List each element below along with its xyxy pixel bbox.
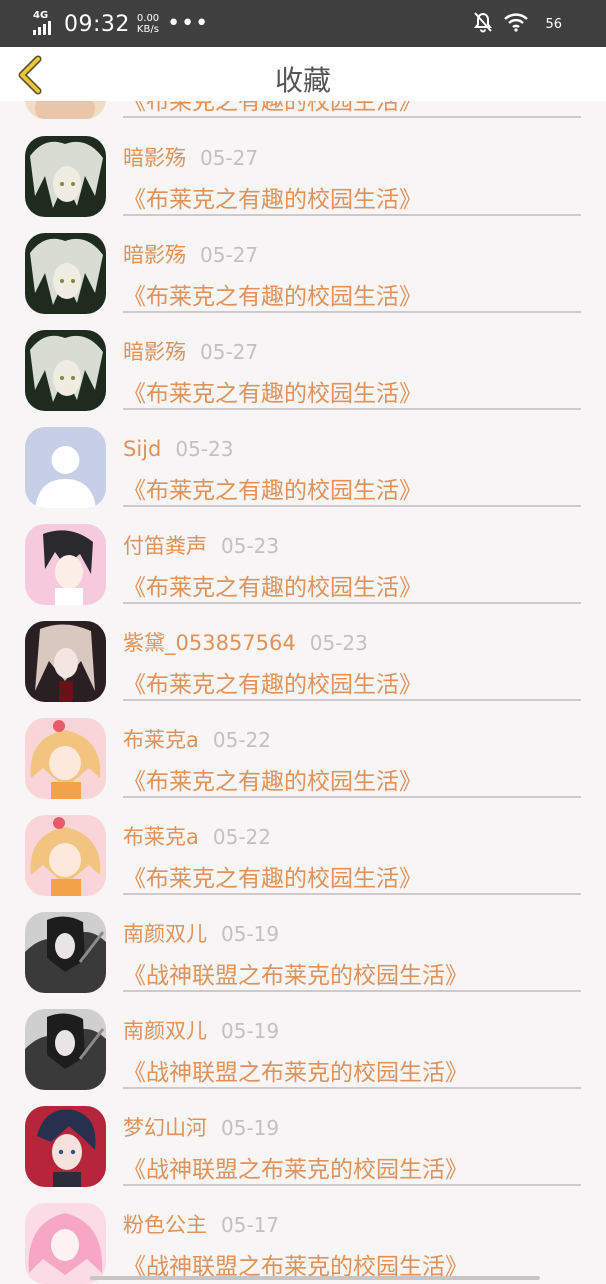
- avatar: [25, 718, 106, 799]
- book-title[interactable]: 《布莱克之有趣的校园生活》: [123, 574, 422, 602]
- item-meta: 暗影殇 05-27: [123, 242, 258, 268]
- avatar: [25, 1203, 106, 1284]
- divider: [123, 116, 581, 118]
- item-meta: 布莱克a 05-22: [123, 727, 271, 753]
- post-date: 05-23: [175, 437, 234, 461]
- item-meta: 暗影殇 05-27: [123, 339, 258, 365]
- list-item[interactable]: 暗影殇 05-27 《布莱克之有趣的校园生活》: [0, 119, 606, 217]
- avatar: [25, 330, 106, 411]
- book-title[interactable]: 《战神联盟之布莱克的校园生活》: [123, 962, 468, 990]
- user-name: 布莱克a: [123, 825, 199, 849]
- item-meta: 紫黛_053857564 05-23: [123, 630, 368, 656]
- network-speed: 0.00 KB/s: [136, 13, 160, 35]
- item-meta: 南颜双儿 05-19: [123, 1018, 279, 1044]
- user-name: 暗影殇: [123, 340, 186, 364]
- post-date: 05-17: [221, 1213, 280, 1237]
- user-name: 粉色公主: [123, 1213, 207, 1237]
- list-item[interactable]: 南颜双儿 05-19 《战神联盟之布莱克的校园生活》: [0, 992, 606, 1090]
- page-title: 收藏: [274, 64, 331, 97]
- book-title[interactable]: 《布莱克之有趣的校园生活》: [123, 865, 422, 893]
- list-item[interactable]: 付笛粪声 05-23 《布莱克之有趣的校园生活》: [0, 507, 606, 605]
- list-item[interactable]: 梦幻山河 05-19 《战神联盟之布莱克的校园生活》: [0, 1089, 606, 1187]
- book-title[interactable]: 《战神联盟之布莱克的校园生活》: [123, 1156, 468, 1184]
- item-meta: 粉色公主 05-17: [123, 1212, 279, 1238]
- list-item[interactable]: Sijd 05-23 《布莱克之有趣的校园生活》: [0, 410, 606, 508]
- item-meta: 南颜双儿 05-19: [123, 921, 279, 947]
- book-title[interactable]: 《布莱克之有趣的校园生活》: [123, 477, 422, 505]
- list-item[interactable]: 布莱克a 05-22 《布莱克之有趣的校园生活》: [0, 798, 606, 896]
- item-meta: Sijd 05-23: [123, 436, 233, 462]
- battery-indicator: 56: [545, 16, 562, 32]
- user-name: 南颜双儿: [123, 1019, 207, 1043]
- post-date: 05-22: [212, 728, 271, 752]
- avatar: [25, 136, 106, 217]
- signal-icon: 4G: [32, 9, 58, 39]
- book-title[interactable]: 《布莱克之有趣的校园生活》: [123, 768, 422, 796]
- list-item[interactable]: 暗影殇 05-27 《布莱克之有趣的校园生活》: [0, 216, 606, 314]
- clock: 09:32: [64, 11, 130, 37]
- user-name: 紫黛_053857564: [123, 631, 296, 655]
- user-name: 布莱克a: [123, 728, 199, 752]
- post-date: 05-19: [221, 922, 280, 946]
- item-meta: 暗影殇 05-27: [123, 145, 258, 171]
- book-title[interactable]: 《布莱克之有趣的校园生活》: [123, 671, 422, 699]
- post-date: 05-23: [309, 631, 368, 655]
- list-item[interactable]: 暗影殇 05-27 《布莱克之有趣的校园生活》: [0, 313, 606, 411]
- list-item[interactable]: 南颜双儿 05-19 《战神联盟之布莱克的校园生活》: [0, 895, 606, 993]
- list-item[interactable]: 紫黛_053857564 05-23 《布莱克之有趣的校园生活》: [0, 604, 606, 702]
- book-title[interactable]: 《战神联盟之布莱克的校园生活》: [123, 1059, 468, 1087]
- nav-bar: 收藏: [0, 47, 606, 101]
- more-notifications: •••: [167, 11, 210, 36]
- item-meta: 梦幻山河 05-19: [123, 1115, 279, 1141]
- wifi-icon: [503, 12, 529, 36]
- post-date: 05-27: [200, 243, 259, 267]
- status-bar: 4G 09:32 0.00 KB/s ••• 56: [0, 0, 606, 47]
- user-name: 暗影殇: [123, 146, 186, 170]
- network-type: 4G: [33, 10, 49, 21]
- item-meta: 布莱克a 05-22: [123, 824, 271, 850]
- post-date: 05-19: [221, 1019, 280, 1043]
- list-item[interactable]: 粉色公主 05-17 《战神联盟之布莱克的校园生活》: [0, 1186, 606, 1284]
- user-name: 梦幻山河: [123, 1116, 207, 1140]
- post-date: 05-27: [200, 340, 259, 364]
- user-name: 付笛粪声: [123, 534, 207, 558]
- user-name: 暗影殇: [123, 243, 186, 267]
- post-date: 05-23: [221, 534, 280, 558]
- post-date: 05-27: [200, 146, 259, 170]
- avatar: [25, 1106, 106, 1187]
- avatar: [25, 524, 106, 605]
- avatar: [25, 621, 106, 702]
- list-item[interactable]: 布莱克a 05-22 《布莱克之有趣的校园生活》: [0, 701, 606, 799]
- avatar: [25, 427, 106, 508]
- scroll-indicator: [90, 1276, 540, 1280]
- item-meta: 付笛粪声 05-23: [123, 533, 279, 559]
- post-date: 05-19: [221, 1116, 280, 1140]
- book-title[interactable]: 《布莱克之有趣的校园生活》: [123, 283, 422, 311]
- user-name: 南颜双儿: [123, 922, 207, 946]
- avatar: [25, 815, 106, 896]
- book-title[interactable]: 《布莱克之有趣的校园生活》: [123, 186, 422, 214]
- book-title[interactable]: 《布莱克之有趣的校园生活》: [123, 380, 422, 408]
- mute-bell-icon: [473, 11, 493, 37]
- post-date: 05-22: [212, 825, 271, 849]
- avatar: [25, 233, 106, 314]
- avatar: [25, 1009, 106, 1090]
- user-name: Sijd: [123, 437, 162, 461]
- avatar: [25, 912, 106, 993]
